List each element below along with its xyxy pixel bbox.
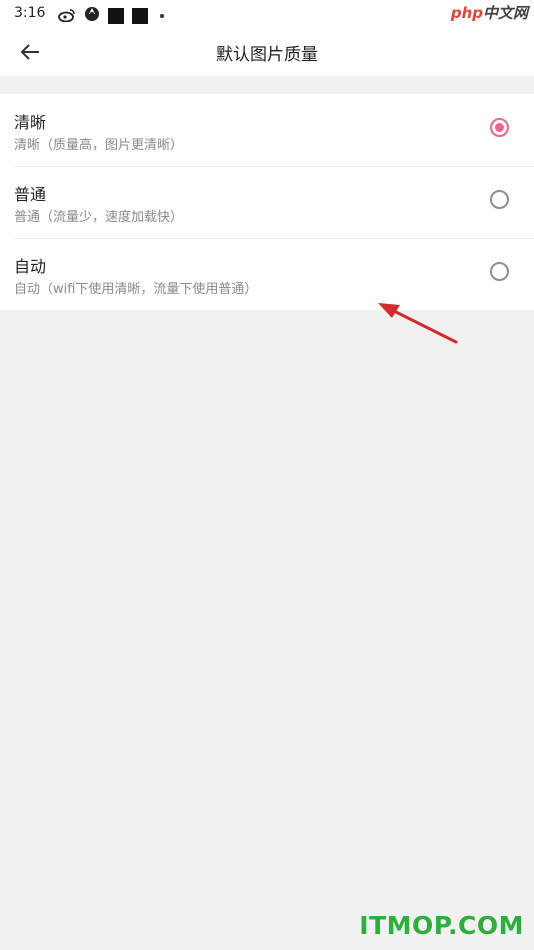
status-time: 3:16: [14, 5, 46, 21]
notification-square-icon: [132, 8, 148, 24]
option-description: 自动（wifi下使用清晰，流量下使用普通）: [14, 282, 258, 297]
more-notifications-dot-icon: [160, 14, 164, 18]
quality-options-list: 清晰 清晰（质量高，图片更清晰） 普通 普通（流量少，速度加载快） 自动 自动（…: [0, 94, 534, 310]
option-clear[interactable]: 清晰 清晰（质量高，图片更清晰）: [0, 94, 534, 166]
radio-selected-icon[interactable]: [490, 118, 509, 137]
option-description: 清晰（质量高，图片更清晰）: [14, 138, 184, 153]
weibo-icon: [58, 7, 76, 26]
option-title: 自动: [14, 257, 47, 276]
page-title: 默认图片质量: [216, 45, 318, 65]
option-description: 普通（流量少，速度加载快）: [14, 210, 184, 225]
app-header: 默认图片质量: [0, 28, 534, 76]
status-bar: 3:16 php中文网: [0, 0, 534, 28]
annotation-arrow-icon: [378, 303, 458, 344]
notification-square-icon: [108, 8, 124, 24]
option-normal[interactable]: 普通 普通（流量少，速度加载快）: [0, 166, 534, 238]
option-title: 清晰: [14, 113, 47, 132]
radio-unselected-icon[interactable]: [490, 262, 509, 281]
php-watermark: php中文网: [451, 2, 528, 23]
php-watermark-text: 中文网: [482, 4, 528, 22]
status-icons: [58, 6, 164, 26]
php-watermark-logo: php: [450, 4, 483, 22]
itmop-watermark: ITMOP.COM: [359, 911, 524, 940]
option-title: 普通: [14, 185, 47, 204]
aperture-icon: [84, 6, 100, 26]
radio-unselected-icon[interactable]: [490, 190, 509, 209]
